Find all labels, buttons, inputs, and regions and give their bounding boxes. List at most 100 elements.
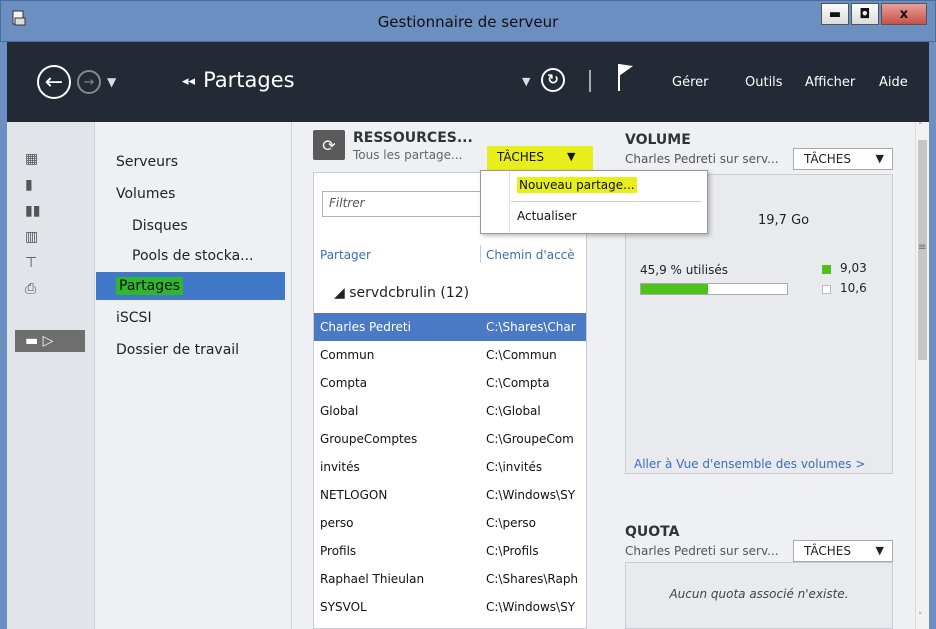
window-title: Gestionnaire de serveur bbox=[377, 13, 559, 31]
breadcrumb: ◂◂ Partages bbox=[182, 68, 295, 92]
share-path: C:\Shares\Char bbox=[486, 320, 576, 334]
shares-panel-subtitle: Tous les partage... bbox=[353, 148, 463, 162]
server-group-label: servdcbrulin (12) bbox=[349, 285, 470, 301]
local-server-icon[interactable]: ▮ bbox=[15, 174, 85, 196]
quota-tasks-label: TÂCHES bbox=[804, 544, 851, 558]
minimize-button[interactable]: ▬ bbox=[821, 3, 849, 25]
table-row[interactable]: GroupeComptes C:\GroupeCom bbox=[314, 425, 586, 453]
title-bar: Gestionnaire de serveur ▬ ◘ x bbox=[0, 0, 936, 42]
menu-tools[interactable]: Outils bbox=[745, 75, 783, 90]
dashboard-icon[interactable]: ▦ bbox=[15, 148, 85, 170]
back-button[interactable]: ← bbox=[37, 65, 71, 99]
table-row[interactable]: SYSVOL C:\Windows\SY bbox=[314, 593, 586, 621]
nav-item-volumes[interactable]: Volumes bbox=[96, 180, 285, 208]
table-row[interactable]: NETLOGON C:\Windows\SY bbox=[314, 481, 586, 509]
table-row[interactable]: Charles Pedreti C:\Shares\Char bbox=[314, 313, 586, 341]
share-path: C:\Profils bbox=[486, 544, 539, 558]
shares-panel-title: RESSOURCES... bbox=[353, 130, 473, 146]
share-name: GroupeComptes bbox=[320, 432, 418, 446]
share-path: C:\perso bbox=[486, 516, 536, 530]
volume-used-label: 45,9 % utilisés bbox=[640, 263, 728, 277]
column-header-path[interactable]: Chemin d'accè bbox=[486, 248, 575, 262]
share-path: C:\invités bbox=[486, 460, 543, 474]
table-row[interactable]: Compta C:\Compta bbox=[314, 369, 586, 397]
scroll-down-icon[interactable]: ˅ bbox=[918, 612, 923, 622]
column-divider[interactable] bbox=[480, 245, 481, 263]
volume-free-value: 10,6 bbox=[840, 281, 867, 295]
grip-icon: ≡ bbox=[918, 242, 927, 253]
volume-usage-fill bbox=[641, 284, 708, 294]
share-path: C:\Commun bbox=[486, 348, 557, 362]
table-row[interactable]: Global C:\Global bbox=[314, 397, 586, 425]
file-storage-icon[interactable]: ▬ ▷ bbox=[15, 330, 85, 352]
table-row[interactable]: perso C:\perso bbox=[314, 509, 586, 537]
share-path: C:\Compta bbox=[486, 376, 550, 390]
shares-tasks-label: TÂCHES bbox=[497, 150, 544, 164]
nav-item-iscsi[interactable]: iSCSI bbox=[96, 304, 285, 332]
server-group[interactable]: ◢ servdcbrulin (12) bbox=[334, 285, 469, 301]
collapse-triangle-icon[interactable]: ◢ bbox=[334, 285, 345, 301]
menu-view[interactable]: Afficher bbox=[805, 75, 855, 90]
free-legend-swatch bbox=[822, 285, 831, 294]
quota-box: Aucun quota associé n'existe. bbox=[625, 562, 893, 629]
quota-panel-subtitle: Charles Pedreti sur serv... bbox=[625, 544, 779, 558]
nav-item-shares[interactable]: Partages bbox=[96, 272, 285, 300]
menu-item-new-share[interactable]: Nouveau partage... bbox=[517, 177, 637, 193]
notifications-flag-icon[interactable] bbox=[617, 62, 635, 92]
menu-help[interactable]: Aide bbox=[879, 75, 908, 90]
share-name: NETLOGON bbox=[320, 488, 388, 502]
quota-tasks-button[interactable]: TÂCHES ▼ bbox=[793, 540, 893, 562]
scrollbar[interactable]: ˄ ≡ ˅ bbox=[915, 122, 929, 629]
table-row[interactable]: Profils C:\Profils bbox=[314, 537, 586, 565]
menu-gutter bbox=[509, 171, 510, 233]
chevron-down-icon: ▼ bbox=[567, 150, 576, 163]
chevron-down-icon: ▼ bbox=[875, 152, 884, 165]
close-button[interactable]: x bbox=[881, 3, 927, 25]
column-header-share[interactable]: Partager bbox=[320, 248, 371, 262]
volume-usage-bar bbox=[640, 283, 788, 295]
icon-sidebar: ▦ ▮ ▮▮ ▥ ⊤ ⎙ ▬ ▷ bbox=[7, 122, 95, 629]
volume-capacity: 19,7 Go bbox=[758, 213, 810, 228]
share-name: Commun bbox=[320, 348, 375, 362]
maximize-button[interactable]: ◘ bbox=[851, 3, 879, 25]
quota-panel-title: QUOTA bbox=[625, 524, 680, 540]
filter-input[interactable]: Filtrer bbox=[322, 191, 482, 217]
breadcrumb-arrows-icon[interactable]: ◂◂ bbox=[182, 74, 195, 89]
dns-icon[interactable]: ⊤ bbox=[15, 252, 85, 274]
volume-tasks-button[interactable]: TÂCHES ▼ bbox=[793, 148, 893, 170]
refresh-dropdown-icon[interactable]: ▼ bbox=[522, 75, 530, 88]
table-row[interactable]: invités C:\invités bbox=[314, 453, 586, 481]
menu-item-refresh[interactable]: Actualiser bbox=[517, 209, 577, 223]
scroll-up-icon[interactable]: ˄ bbox=[918, 122, 923, 132]
share-name: Raphael Thieulan bbox=[320, 572, 425, 586]
share-path: C:\Global bbox=[486, 404, 541, 418]
share-name: SYSVOL bbox=[320, 600, 367, 614]
ad-ds-icon[interactable]: ▥ bbox=[15, 226, 85, 248]
refresh-icon[interactable]: ↻ bbox=[541, 68, 565, 92]
nav-item-servers[interactable]: Serveurs bbox=[96, 148, 285, 176]
volume-overview-link[interactable]: Aller à Vue d'ensemble des volumes > bbox=[634, 457, 865, 471]
share-name: invités bbox=[320, 460, 360, 474]
share-name: Charles Pedreti bbox=[320, 320, 411, 334]
table-row[interactable]: Raphael Thieulan C:\Shares\Raph bbox=[314, 565, 586, 593]
share-name: perso bbox=[320, 516, 354, 530]
nav-item-work-folders[interactable]: Dossier de travail bbox=[96, 336, 285, 364]
share-path: C:\Windows\SY bbox=[486, 488, 576, 502]
nav-item-disks[interactable]: Disques bbox=[96, 212, 285, 240]
tasks-dropdown-menu: Nouveau partage... Actualiser bbox=[480, 170, 708, 234]
shares-tasks-button[interactable]: TÂCHES ▼ bbox=[487, 146, 593, 170]
forward-button[interactable]: → bbox=[77, 70, 101, 94]
volume-tasks-label: TÂCHES bbox=[804, 152, 851, 166]
print-services-icon[interactable]: ⎙ bbox=[15, 278, 85, 300]
all-servers-icon[interactable]: ▮▮ bbox=[15, 200, 85, 222]
share-path: C:\Shares\Raph bbox=[486, 572, 579, 586]
menu-manage[interactable]: Gérer bbox=[672, 75, 708, 90]
shares-table: Filtrer Partager Chemin d'accè ◢ servdcb… bbox=[313, 172, 587, 629]
share-name: Compta bbox=[320, 376, 368, 390]
volume-panel-subtitle: Charles Pedreti sur serv... bbox=[625, 152, 779, 166]
nav-item-shares-label: Partages bbox=[116, 277, 184, 295]
table-row[interactable]: Commun C:\Commun bbox=[314, 341, 586, 369]
history-dropdown-icon[interactable]: ▼ bbox=[107, 75, 116, 89]
storage-nav: Serveurs Volumes Disques Pools de stocka… bbox=[96, 122, 292, 629]
nav-item-storage-pools[interactable]: Pools de stocka... bbox=[96, 242, 285, 270]
